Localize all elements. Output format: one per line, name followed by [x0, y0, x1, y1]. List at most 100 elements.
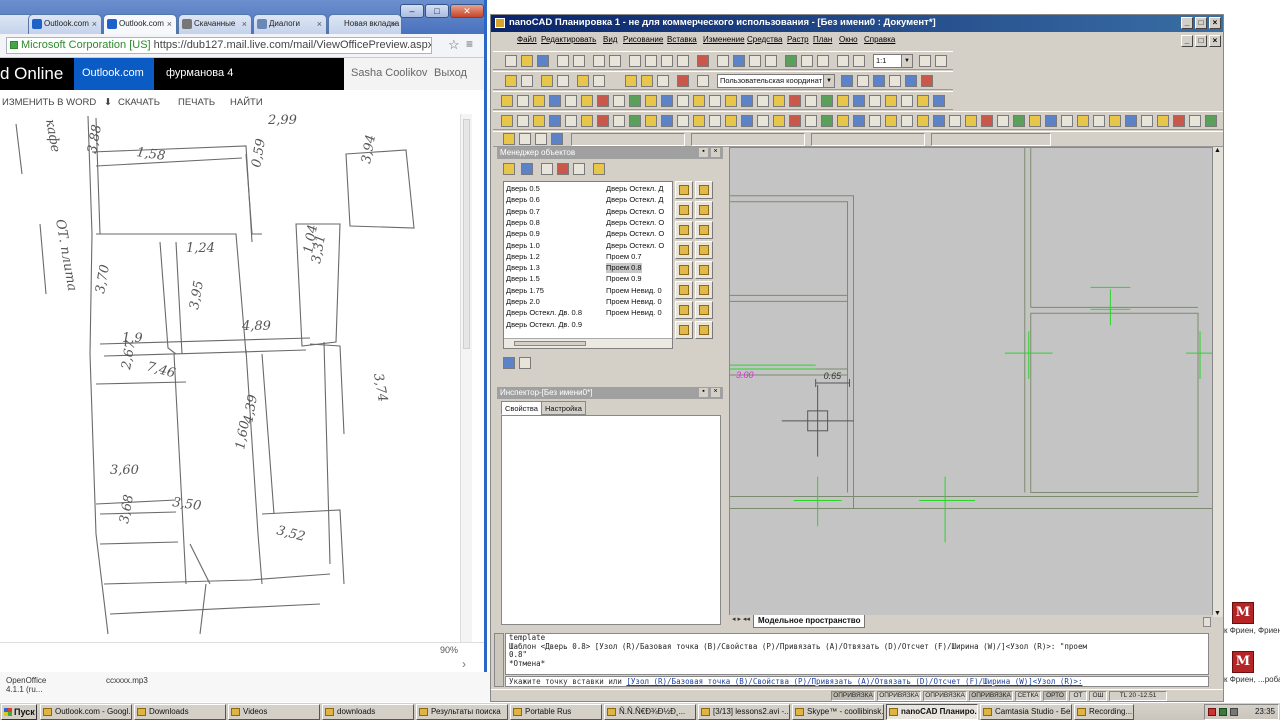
property-slot[interactable] [811, 133, 925, 146]
menu-raster[interactable]: Растр [787, 32, 809, 48]
properties-icon[interactable] [503, 133, 515, 145]
tool-icon[interactable] [1061, 115, 1073, 127]
tool-icon[interactable] [533, 95, 545, 107]
object-tool-button[interactable] [675, 241, 693, 259]
tool-icon[interactable] [901, 115, 913, 127]
object-tool-button[interactable] [695, 301, 713, 319]
panel-pin-button[interactable]: ▪ [699, 148, 708, 157]
tool-icon[interactable] [837, 95, 849, 107]
tool-icon[interactable] [693, 95, 705, 107]
find-button[interactable]: НАЙТИ [230, 97, 263, 108]
object-list-item[interactable]: Дверь 1.3 [506, 263, 540, 273]
tool-icon[interactable] [757, 95, 769, 107]
wall-edit-icon[interactable] [521, 75, 533, 87]
panel-close-button[interactable]: × [711, 148, 720, 157]
print-icon[interactable] [557, 55, 569, 67]
signout-link[interactable]: Выход [434, 58, 467, 88]
tool-icon[interactable] [1125, 115, 1137, 127]
tool-icon[interactable] [517, 95, 529, 107]
panel-pin-button[interactable]: ▪ [699, 388, 708, 397]
doc-minimize-button[interactable]: _ [1181, 35, 1193, 47]
menu-wrench-icon[interactable]: ≡ [466, 37, 473, 51]
browser-tab[interactable]: Скачанные × [178, 14, 252, 34]
tool-icon[interactable] [773, 115, 785, 127]
command-panel-handle[interactable] [494, 633, 504, 687]
tool-icon[interactable] [549, 115, 561, 127]
status-toggle[interactable]: ОПРИВЯЗКА [831, 691, 875, 701]
status-toggle[interactable]: ОПРИВЯЗКА [923, 691, 967, 701]
zoom-window-icon[interactable] [801, 55, 813, 67]
object-list-item[interactable]: Дверь 0.7 [506, 207, 540, 217]
browser-tab-active[interactable]: Outlook.com × [103, 14, 177, 34]
new-item-icon[interactable] [541, 163, 553, 175]
grid-icon[interactable] [625, 75, 637, 87]
status-toggle[interactable]: СЕТКА [1015, 691, 1041, 701]
object-tool-button[interactable] [695, 281, 713, 299]
tool-icon[interactable] [709, 115, 721, 127]
object-tool-button[interactable] [695, 181, 713, 199]
color-icon[interactable] [551, 133, 563, 145]
object-tool-button[interactable] [695, 261, 713, 279]
ucs-icon[interactable] [697, 75, 709, 87]
tool-icon[interactable] [885, 115, 897, 127]
copy-icon[interactable] [645, 55, 657, 67]
zoom-extents-icon[interactable] [817, 55, 829, 67]
object-tool-button[interactable] [695, 241, 713, 259]
pan-icon[interactable] [785, 55, 797, 67]
object-tool-button[interactable] [675, 321, 693, 339]
menu-file[interactable]: Файл [517, 32, 537, 48]
object-list-item[interactable]: Проем Невид. 0 [606, 297, 662, 307]
menu-insert[interactable]: Вставка [667, 32, 697, 48]
menu-modify[interactable]: Изменение [703, 32, 745, 48]
tool-icon[interactable] [645, 95, 657, 107]
object-list-item[interactable]: Дверь 1.0 [506, 241, 540, 251]
edit-in-word-button[interactable]: ИЗМЕНИТЬ В WORD [2, 97, 96, 108]
snap-grid-icon[interactable] [905, 75, 917, 87]
user-name[interactable]: Sasha Coolikov [351, 58, 427, 88]
close-tab-icon[interactable]: × [317, 15, 322, 33]
panel-close-button[interactable]: × [711, 388, 720, 397]
coordinate-system-select[interactable]: Пользовательская координат ▼ [717, 74, 835, 88]
taskbar-button[interactable]: Portable Rus [510, 704, 602, 720]
snap-info-icon[interactable] [921, 75, 933, 87]
tool-icon[interactable] [1141, 115, 1153, 127]
edit-item-icon[interactable] [593, 163, 605, 175]
object-list-item[interactable]: Проем 0.9 [606, 274, 642, 284]
zoom-level[interactable]: 90% [440, 645, 458, 655]
column-icon[interactable] [541, 75, 553, 87]
close-tab-icon[interactable]: × [167, 15, 172, 33]
tool-icon[interactable] [869, 115, 881, 127]
cut-icon[interactable] [629, 55, 641, 67]
object-list-item[interactable]: Дверь Остекл. О [606, 241, 664, 251]
tool-icon[interactable] [661, 95, 673, 107]
tool-icon[interactable] [869, 95, 881, 107]
object-list-item[interactable]: Проем 0.7 [606, 252, 642, 262]
desktop-icon-label[interactable]: к Фриен, ...робабет Р... [1224, 675, 1280, 685]
tool-icon[interactable] [965, 115, 977, 127]
layer-icon[interactable] [919, 55, 931, 67]
status-toggle[interactable]: ОШ [1089, 691, 1107, 701]
minimize-button[interactable]: _ [1181, 17, 1193, 29]
marker-icon[interactable] [677, 75, 689, 87]
taskbar-button[interactable]: Ñ.Ñ.Ñ€Ð¾Ð½Ð¸... [604, 704, 696, 720]
hscroll-end[interactable] [1203, 617, 1211, 627]
browser-tab[interactable]: Новая вкладка × [328, 14, 402, 34]
roof-icon[interactable] [593, 75, 605, 87]
tool-icon[interactable] [981, 115, 993, 127]
tool-icon[interactable] [565, 115, 577, 127]
view-list-icon[interactable] [503, 357, 515, 369]
tool-icon[interactable] [821, 95, 833, 107]
grid-2-icon[interactable] [641, 75, 653, 87]
tray-app-icon[interactable] [1219, 708, 1227, 716]
tab-scroll-arrows[interactable]: ◂ ▸ ◂◂ [732, 615, 750, 623]
media-file-icon[interactable]: M [1232, 602, 1254, 624]
beam-icon[interactable] [557, 75, 569, 87]
zoom-next-icon[interactable] [853, 55, 865, 67]
maximize-button[interactable]: □ [425, 4, 449, 18]
tool-icon[interactable] [597, 115, 609, 127]
zoom-prev-icon[interactable] [837, 55, 849, 67]
object-list-item[interactable]: Дверь 2.0 [506, 297, 540, 307]
tool-icon[interactable] [709, 95, 721, 107]
tool-icon[interactable] [533, 115, 545, 127]
tool-icon[interactable] [613, 95, 625, 107]
